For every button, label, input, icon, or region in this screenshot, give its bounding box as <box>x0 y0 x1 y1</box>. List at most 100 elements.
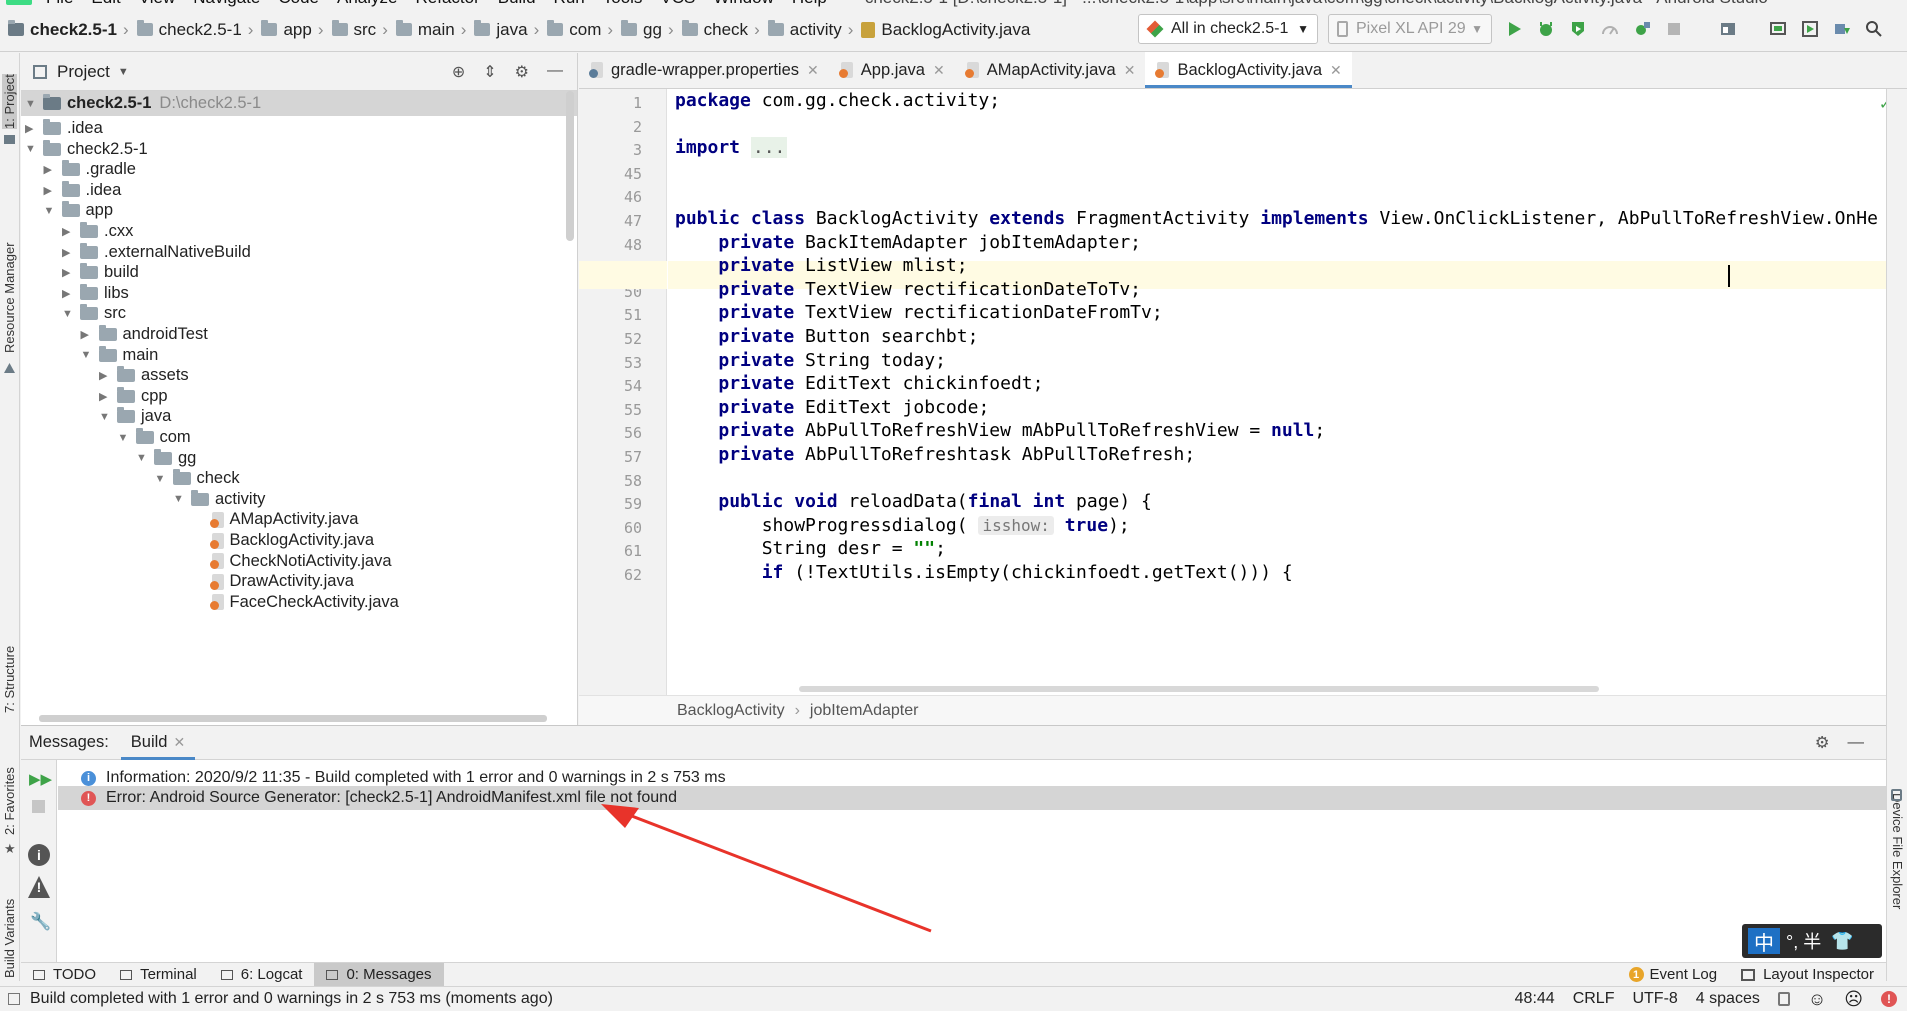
avd-manager-icon[interactable] <box>1766 17 1790 41</box>
indent-setting[interactable]: 4 spaces <box>1696 990 1760 1008</box>
layout-inspector-button[interactable]: Layout Inspector <box>1729 963 1886 987</box>
line-separator[interactable]: CRLF <box>1573 990 1615 1008</box>
profile-icon[interactable] <box>1598 17 1622 41</box>
caret-position[interactable]: 48:44 <box>1515 990 1555 1008</box>
code-editor[interactable]: 123454647484950515253545556575859606162 … <box>579 89 1907 695</box>
tool-button-todo[interactable]: TODO <box>21 963 108 987</box>
breadcrumb-field[interactable]: jobItemAdapter <box>810 702 919 720</box>
stop-icon[interactable] <box>32 800 45 813</box>
status-message[interactable]: Build completed with 1 error and 0 warni… <box>30 990 553 1008</box>
collapse-arrow-icon[interactable]: ▶ <box>25 122 39 135</box>
ime-mode[interactable]: 中 <box>1748 928 1780 955</box>
breadcrumb-item[interactable]: check2.5-1 › <box>0 20 129 40</box>
menu-window[interactable]: Window <box>713 0 773 8</box>
wrench-icon[interactable]: 🔧 <box>30 912 51 932</box>
expand-arrow-icon[interactable]: ▼ <box>44 205 58 217</box>
coverage-icon[interactable] <box>1566 17 1590 41</box>
menu-help[interactable]: Help <box>792 0 827 8</box>
tab-build[interactable]: Build ✕ <box>120 726 196 760</box>
tool-button-terminal[interactable]: Terminal <box>108 963 209 987</box>
collapse-arrow-icon[interactable]: ▶ <box>62 225 76 238</box>
device-file-explorer-button[interactable]: Device File Explorer <box>1890 793 1905 909</box>
project-root-row[interactable]: ▼ check2.5-1 D:\check2.5-1 <box>25 91 261 116</box>
warning-filter-icon[interactable]: ! <box>28 876 50 898</box>
breadcrumb-item[interactable]: java › <box>466 20 539 40</box>
breadcrumb-item[interactable]: check2.5-1 › <box>129 20 253 40</box>
breadcrumb-item[interactable]: main › <box>388 20 466 40</box>
project-view-selector[interactable]: Project <box>57 62 110 82</box>
close-icon[interactable]: ✕ <box>1330 62 1342 79</box>
run-configuration-dropdown[interactable]: All in check2.5-1 ▼ <box>1138 14 1318 44</box>
menu-vcs[interactable]: VCS <box>660 0 695 8</box>
device-mirror-icon[interactable] <box>1798 17 1822 41</box>
stop-icon[interactable] <box>1662 17 1686 41</box>
frown-feedback-icon[interactable]: ☹ <box>1844 989 1863 1010</box>
tool-button-6-logcat[interactable]: 6: Logcat <box>209 963 315 987</box>
expand-arrow-icon[interactable]: ▼ <box>25 143 39 155</box>
hide-panel-icon[interactable]: — <box>1848 733 1865 752</box>
debug-icon[interactable] <box>1534 17 1558 41</box>
menu-tools[interactable]: Tools <box>603 0 643 8</box>
search-everywhere-icon[interactable] <box>1862 17 1886 41</box>
collapse-arrow-icon[interactable]: ▶ <box>44 184 58 197</box>
gear-icon[interactable]: ⚙ <box>1815 733 1830 753</box>
menu-build[interactable]: Build <box>498 0 536 8</box>
breadcrumb-item[interactable]: check › <box>674 20 760 40</box>
info-filter-icon[interactable]: i <box>28 844 50 866</box>
expand-arrow-icon[interactable]: ▼ <box>62 308 76 320</box>
ime-toolbar[interactable]: 中 °, 半 👕 <box>1742 924 1882 958</box>
attach-debugger-icon[interactable] <box>1630 17 1654 41</box>
tree-vertical-scrollbar[interactable] <box>566 91 574 241</box>
breadcrumb-item[interactable]: BacklogActivity.java <box>853 20 1030 40</box>
editor-tab[interactable]: gradle-wrapper.properties ✕ <box>579 52 829 88</box>
close-icon[interactable]: ✕ <box>174 734 186 751</box>
expand-arrow-icon[interactable]: ▼ <box>155 473 169 485</box>
favorites-button[interactable]: 2: Favorites <box>2 767 17 835</box>
chevron-down-icon[interactable]: ▼ <box>118 66 129 78</box>
tree-file-row[interactable]: FaceCheckActivity.java <box>192 590 399 615</box>
code-line[interactable]: import ... <box>675 134 788 162</box>
expand-arrow-icon[interactable]: ▼ <box>25 98 39 110</box>
tool-windows-toggle-icon[interactable] <box>8 993 20 1005</box>
locate-file-icon[interactable]: ⊕ <box>452 62 465 82</box>
collapse-arrow-icon[interactable]: ▶ <box>62 246 76 259</box>
collapse-arrow-icon[interactable]: ▶ <box>44 163 58 176</box>
event-log-button[interactable]: 1 Event Log <box>1617 963 1730 987</box>
project-tool-window-button[interactable]: 1: Project <box>2 74 17 129</box>
menu-analyze[interactable]: Analyze <box>337 0 397 8</box>
resource-manager-button[interactable]: Resource Manager <box>2 242 17 353</box>
menu-navigate[interactable]: Navigate <box>193 0 260 8</box>
menu-code[interactable]: Code <box>278 0 319 8</box>
close-icon[interactable]: ✕ <box>1124 62 1136 79</box>
editor-horizontal-scrollbar[interactable] <box>799 686 1599 692</box>
gear-icon[interactable]: ⚙ <box>515 62 529 82</box>
close-icon[interactable]: ✕ <box>933 62 945 79</box>
code-line[interactable]: if (!TextUtils.isEmpty(chickinfoedt.getT… <box>675 559 1293 587</box>
code-line[interactable]: private AbPullToRefreshtask AbPullToRefr… <box>675 441 1195 469</box>
collapse-all-icon[interactable]: ⇕ <box>483 62 496 82</box>
hide-panel-icon[interactable]: — <box>547 62 563 82</box>
run-icon[interactable] <box>1502 17 1526 41</box>
collapse-arrow-icon[interactable]: ▶ <box>99 390 113 403</box>
editor-tab[interactable]: AMapActivity.java ✕ <box>955 52 1146 88</box>
sdk-manager-icon[interactable] <box>1830 17 1854 41</box>
menu-run[interactable]: Run <box>554 0 585 8</box>
expand-arrow-icon[interactable]: ▼ <box>81 349 95 361</box>
project-structure-icon[interactable] <box>1716 17 1740 41</box>
menu-refactor[interactable]: Refactor <box>415 0 479 8</box>
lock-icon[interactable] <box>1777 992 1790 1006</box>
menu-view[interactable]: View <box>139 0 176 8</box>
breadcrumb-item[interactable]: src › <box>324 20 388 40</box>
expand-arrow-icon[interactable]: ▼ <box>173 493 187 505</box>
close-icon[interactable]: ✕ <box>807 62 819 79</box>
expand-arrow-icon[interactable]: ▼ <box>118 432 132 444</box>
collapse-arrow-icon[interactable]: ▶ <box>99 369 113 382</box>
breadcrumb-item[interactable]: gg › <box>613 20 674 40</box>
structure-tool-window-button[interactable]: 7: Structure <box>2 646 17 713</box>
smile-feedback-icon[interactable]: ☺ <box>1808 989 1826 1010</box>
error-notification-icon[interactable]: ! <box>1881 991 1897 1007</box>
ime-punct[interactable]: °, 半 <box>1786 928 1821 954</box>
menu-edit[interactable]: Edit <box>91 0 120 8</box>
expand-arrow-icon[interactable]: ▼ <box>136 452 150 464</box>
device-selector-dropdown[interactable]: Pixel XL API 29 ▼ <box>1328 14 1492 44</box>
